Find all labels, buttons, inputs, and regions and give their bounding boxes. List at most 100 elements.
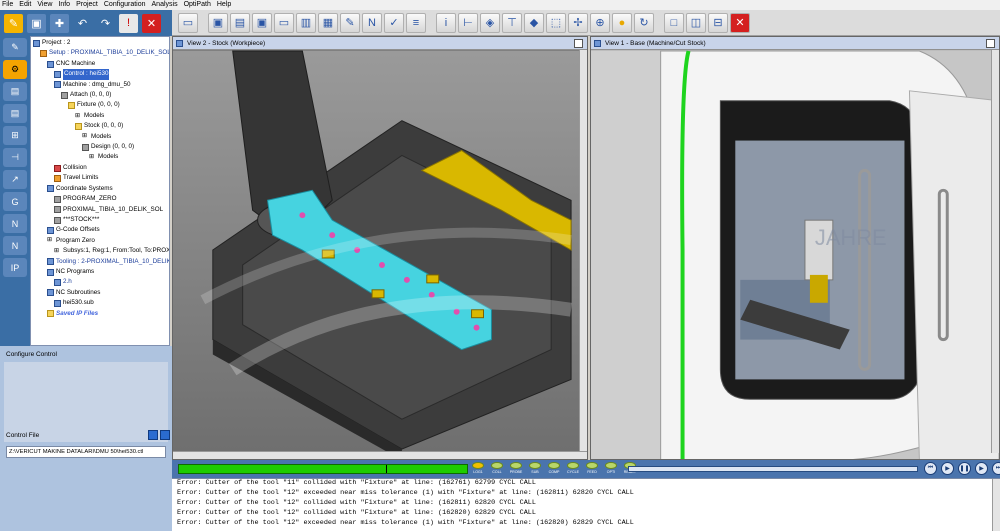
view-1-vertical-scrollbar[interactable] [991, 50, 999, 453]
menu-configuration[interactable]: Configuration [104, 0, 146, 10]
menu-project[interactable]: Project [76, 0, 98, 10]
tree-node[interactable]: Setup : PROXIMAL_TIBIA_10_DELIK_SOL [31, 48, 169, 58]
add-icon[interactable]: ✚ [50, 13, 69, 33]
tree-node[interactable]: Design (0, 0, 0) [31, 142, 169, 152]
tree-node[interactable]: ⊞ Models [31, 152, 169, 162]
panel-icon[interactable]: ▤ [3, 104, 27, 123]
tree-node[interactable]: ⊞ Program Zero [31, 236, 169, 246]
select-icon[interactable]: ⬚ [546, 12, 566, 33]
rewind-icon[interactable]: ⏮ [924, 462, 937, 475]
folder-icon[interactable]: ▭ [274, 12, 294, 33]
nc-check-icon[interactable]: ✓ [384, 12, 404, 33]
open-icon[interactable]: ▦ [318, 12, 338, 33]
axes-icon[interactable]: ↗ [3, 170, 27, 189]
toolbar-icon[interactable]: ⊤ [502, 12, 522, 33]
menu-file[interactable]: File [2, 0, 13, 10]
tree-node[interactable]: ⊞ Models [31, 132, 169, 142]
split-horizontal-icon[interactable]: ⊟ [708, 12, 728, 33]
folder-nc-icon[interactable]: ▥ [296, 12, 316, 33]
tree-node[interactable]: CNC Machine [31, 59, 169, 69]
tree-node[interactable]: Machine : dmg_dmu_50 [31, 80, 169, 90]
tree-node[interactable]: NC Programs [31, 267, 169, 277]
tree-node[interactable]: Travel Limits [31, 173, 169, 183]
maximize-icon[interactable] [986, 39, 995, 48]
single-view-icon[interactable]: □ [664, 12, 684, 33]
menu-info[interactable]: Info [58, 0, 70, 10]
nc-icon[interactable]: N [3, 236, 27, 255]
redo-icon[interactable]: ↷ [96, 13, 115, 33]
tree-node[interactable]: Project : 2 [31, 38, 169, 48]
sim-status-feed[interactable]: FEED [584, 462, 600, 476]
sim-status-comp[interactable]: COMP [546, 462, 562, 476]
nc-icon[interactable]: N [3, 214, 27, 233]
tree-node[interactable]: PROXIMAL_TIBIA_10_DELIK_SOL [31, 205, 169, 215]
tree-node[interactable]: ⊞ Models [31, 111, 169, 121]
view-1-canvas[interactable]: JAHRE [591, 50, 999, 460]
sim-status-cycle[interactable]: CYCLE [565, 462, 581, 476]
machine-icon[interactable]: ⊣ [3, 148, 27, 167]
view-2-horizontal-scrollbar[interactable] [173, 451, 587, 459]
ruler-icon[interactable]: ⊢ [458, 12, 478, 33]
edit-icon[interactable]: ✎ [340, 12, 360, 33]
save-as-icon[interactable]: ▤ [230, 12, 250, 33]
pause-icon[interactable]: ❚❚ [958, 462, 971, 475]
menu-analysis[interactable]: Analysis [152, 0, 178, 10]
tree-node[interactable]: Attach (0, 0, 0) [31, 90, 169, 100]
close-icon[interactable]: ✕ [142, 13, 161, 33]
tree-node[interactable]: Tooling : 2-PROXIMAL_TIBIA_10_DELIK_S [31, 257, 169, 267]
log-scrollbar[interactable] [992, 479, 1000, 531]
sphere-icon[interactable]: ● [612, 12, 632, 33]
view-2-canvas[interactable] [173, 50, 587, 460]
stop-icon[interactable]: ! [119, 13, 138, 33]
tree-node[interactable]: Saved IP Files [31, 309, 169, 319]
folder-icon[interactable]: ▭ [178, 12, 198, 33]
tree-node[interactable]: Collision [31, 163, 169, 173]
folder-icon[interactable] [160, 430, 170, 440]
simulation-speed-track[interactable] [628, 466, 918, 472]
highlight-icon[interactable]: ◆ [524, 12, 544, 33]
view-1-machine[interactable]: View 1 - Base (Machine/Cut Stock) JAHRE [590, 36, 1000, 460]
menu-view[interactable]: View [37, 0, 52, 10]
gear-icon[interactable]: ⚙ [3, 60, 27, 79]
play-icon[interactable]: ▶ [975, 462, 988, 475]
panel-icon[interactable]: ▤ [3, 82, 27, 101]
network-icon[interactable]: ⊞ [3, 126, 27, 145]
sim-status-coll[interactable]: COLL [489, 462, 505, 476]
zoom-fit-icon[interactable]: ✢ [568, 12, 588, 33]
g-code-icon[interactable]: G [3, 192, 27, 211]
tree-node[interactable]: 2.h [31, 277, 169, 287]
tree-node[interactable]: Fixture (0, 0, 0) [31, 100, 169, 110]
tree-node[interactable]: Stock (0, 0, 0) [31, 121, 169, 131]
tree-node[interactable]: hei530.sub [31, 298, 169, 308]
nc-alt-icon[interactable]: ≡ [406, 12, 426, 33]
rotate-icon[interactable]: ↻ [634, 12, 654, 33]
menu-edit[interactable]: Edit [19, 0, 31, 10]
tree-node[interactable]: ***STOCK*** [31, 215, 169, 225]
menu-optipath[interactable]: OptiPath [184, 0, 211, 10]
save-icon[interactable]: ▣ [208, 12, 228, 33]
undo-icon[interactable]: ↶ [73, 13, 92, 33]
maximize-icon[interactable] [574, 39, 583, 48]
sim-status-log1[interactable]: LOG1 [470, 462, 486, 476]
control-file-input[interactable]: Z:\VERICUT MAKINE DATALARI\DMU 50\hei530… [6, 446, 166, 458]
tree-node[interactable]: G-Code Offsets [31, 225, 169, 235]
sim-status-opti[interactable]: OPTI [603, 462, 619, 476]
sim-status-probe[interactable]: PROBE [508, 462, 524, 476]
step-icon[interactable]: ▶ [941, 462, 954, 475]
wand-icon[interactable]: ✎ [4, 13, 23, 33]
view-2-vertical-scrollbar[interactable] [579, 50, 587, 453]
save-icon[interactable]: ▣ [27, 13, 46, 33]
save-icon[interactable] [148, 430, 158, 440]
close-icon[interactable]: ✕ [730, 12, 750, 33]
split-vertical-icon[interactable]: ◫ [686, 12, 706, 33]
tree-node[interactable]: Coordinate Systems [31, 184, 169, 194]
tree-node[interactable]: Control : hei530 [31, 69, 169, 80]
menu-help[interactable]: Help [217, 0, 231, 10]
tree-node[interactable]: ⊞Subsys:1, Reg:1, From:Tool, To:PROXIMAL [31, 246, 169, 256]
ip-icon[interactable]: IP [3, 258, 27, 277]
layers-icon[interactable]: ◈ [480, 12, 500, 33]
info-icon[interactable]: i [436, 12, 456, 33]
zoom-icon[interactable]: ⊕ [590, 12, 610, 33]
sim-status-sub[interactable]: SUB [527, 462, 543, 476]
nc-icon[interactable]: N [362, 12, 382, 33]
